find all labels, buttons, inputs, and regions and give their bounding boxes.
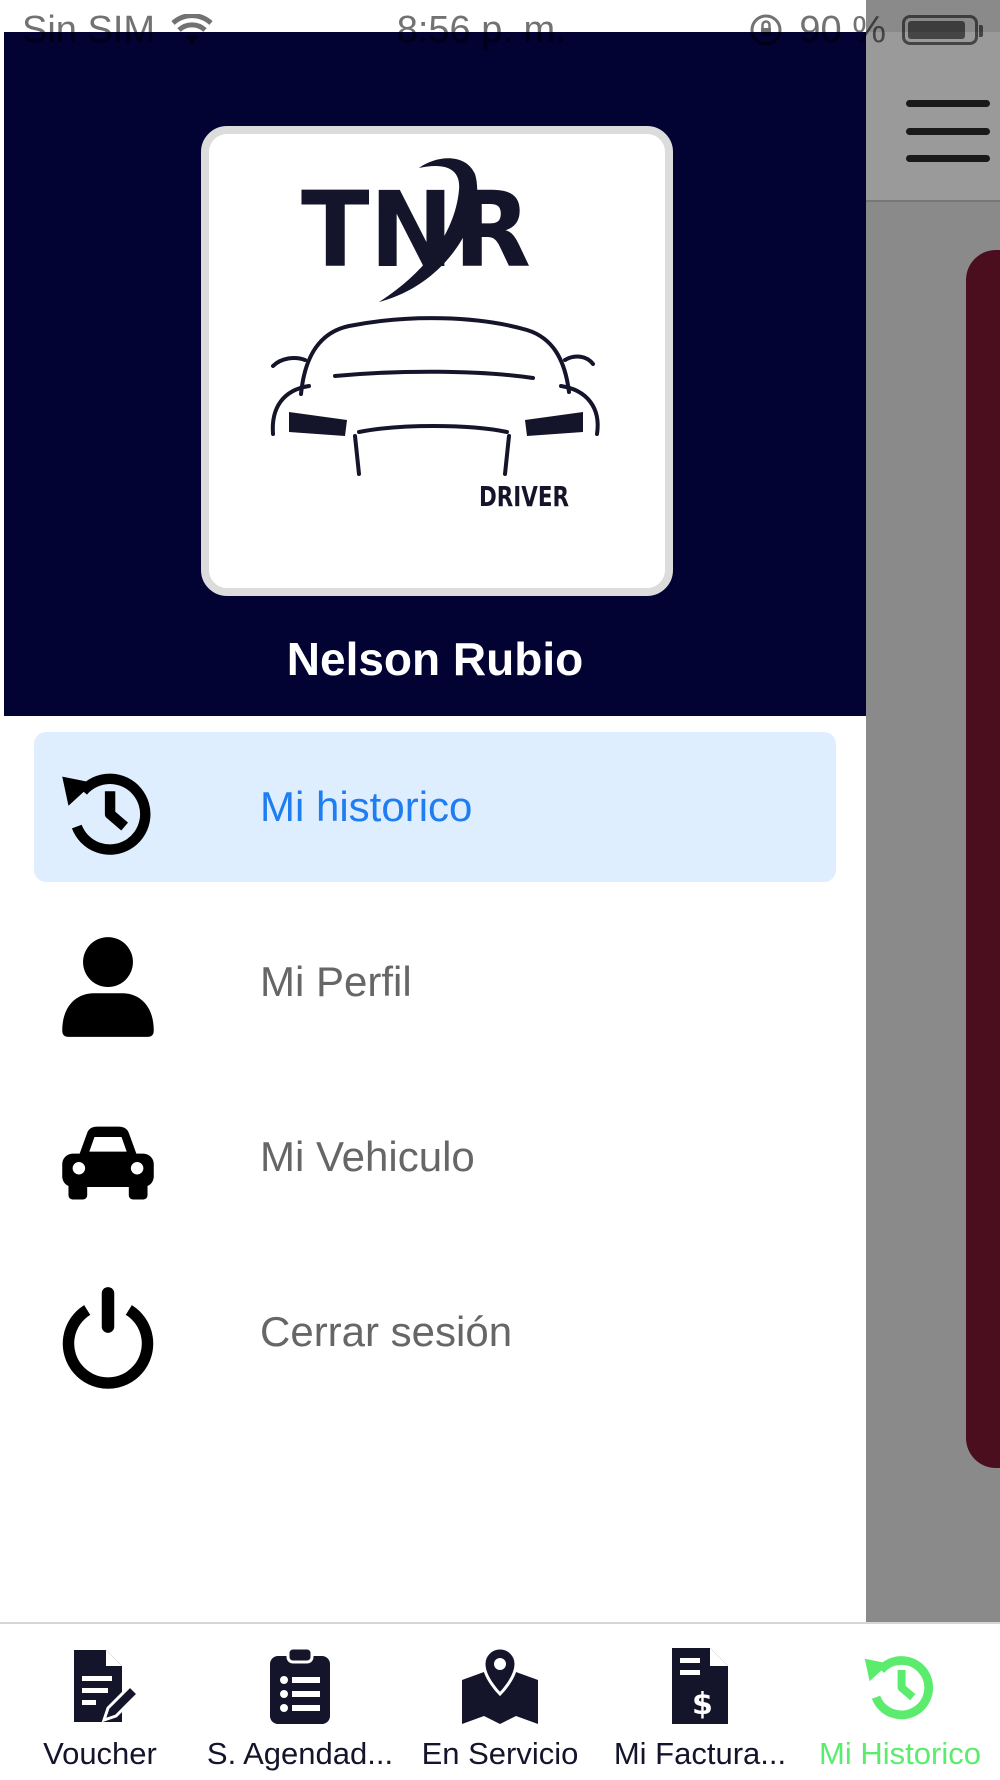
battery-icon — [902, 15, 983, 45]
history-icon — [864, 1656, 934, 1720]
background-card[interactable] — [966, 250, 1000, 1468]
menu-item-label: Cerrar sesión — [260, 1308, 513, 1355]
menu-item-label: Mi historico — [260, 783, 473, 830]
map-marker-icon — [462, 1646, 538, 1724]
menu-item-profile[interactable]: Mi Perfil — [34, 907, 836, 1057]
dollar-sign: $ — [692, 1687, 713, 1722]
drawer-menu: Mi historico Mi Perfil Mi Vehiculo Cerra… — [4, 732, 866, 1432]
carrier-label: Sin SIM — [22, 8, 156, 51]
logo-subtitle: DRIVER — [479, 480, 569, 513]
bottom-tab-bar: Voucher S. Agendad... En Servicio $ Mi F… — [0, 1622, 1000, 1780]
tab-invoices[interactable]: $ Mi Factura... — [600, 1624, 800, 1780]
hamburger-line — [906, 127, 990, 135]
tab-label: Mi Historico — [819, 1736, 981, 1771]
navigation-drawer: TNR DRIVER Nelson Rubio Mi historico Mi … — [4, 0, 866, 1622]
menu-item-vehicle[interactable]: Mi Vehiculo — [34, 1082, 836, 1232]
logo-brand: TNR — [301, 169, 531, 291]
tab-label: S. Agendad... — [206, 1736, 394, 1771]
hamburger-line — [906, 155, 990, 162]
wifi-icon — [171, 14, 213, 44]
history-icon — [62, 773, 151, 855]
orientation-lock-icon — [750, 14, 782, 46]
user-name: Nelson Rubio — [286, 633, 584, 685]
menu-item-history[interactable]: Mi historico — [34, 732, 836, 882]
tab-label: En Servicio — [421, 1736, 579, 1771]
tab-label: Voucher — [43, 1736, 157, 1771]
power-icon — [62, 1287, 154, 1389]
battery-fill — [908, 21, 965, 39]
hamburger-icon[interactable] — [906, 100, 990, 162]
tab-in-service[interactable]: En Servicio — [400, 1624, 600, 1780]
app-logo: TNR DRIVER — [201, 126, 673, 596]
battery-percent: 90 % — [799, 8, 886, 51]
hamburger-line — [906, 100, 990, 107]
tab-voucher[interactable]: Voucher — [0, 1624, 200, 1780]
tab-label: Mi Factura... — [613, 1736, 787, 1771]
user-icon — [62, 937, 154, 1037]
menu-item-label: Mi Perfil — [260, 958, 412, 1005]
status-time: 8:56 p. m. — [396, 8, 566, 51]
menu-item-label: Mi Vehiculo — [260, 1133, 475, 1180]
tnr-driver-logo: TNR DRIVER — [270, 158, 600, 513]
tab-history[interactable]: Mi Historico — [800, 1624, 1000, 1780]
car-icon — [62, 1126, 154, 1200]
clipboard-list-icon — [270, 1646, 330, 1724]
status-bar: Sin SIM 8:56 p. m. 90 % — [0, 0, 1000, 60]
tab-scheduled[interactable]: S. Agendad... — [200, 1624, 400, 1780]
invoice-dollar-icon: $ — [672, 1648, 728, 1724]
background-app — [866, 0, 1000, 1622]
drawer-header: TNR DRIVER Nelson Rubio — [4, 32, 866, 716]
document-edit-icon — [74, 1650, 140, 1723]
menu-item-logout[interactable]: Cerrar sesión — [34, 1257, 836, 1407]
